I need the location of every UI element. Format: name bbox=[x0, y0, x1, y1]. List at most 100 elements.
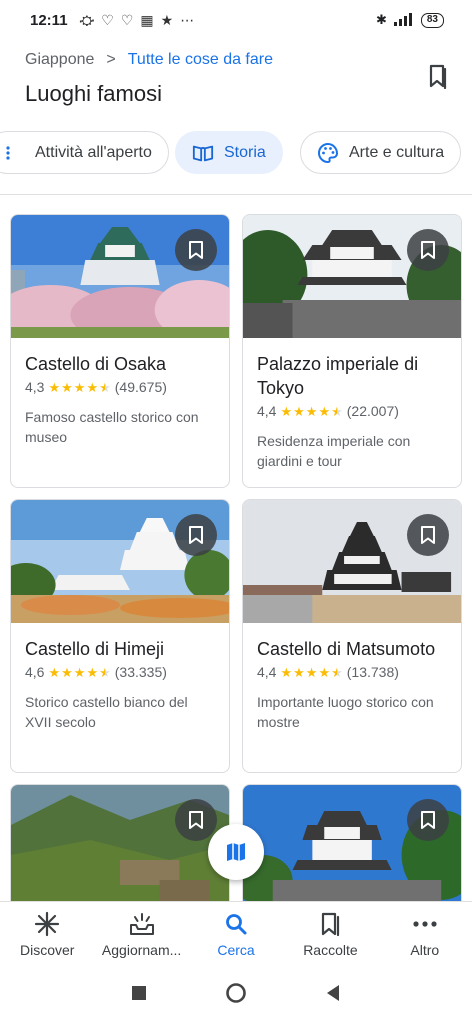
save-place-button[interactable] bbox=[175, 229, 217, 271]
star-icon: ★ bbox=[318, 664, 331, 680]
bookmark-icon bbox=[189, 526, 203, 544]
star-icon: ★ bbox=[99, 379, 111, 395]
heart-icon: ♡ bbox=[101, 11, 114, 28]
place-image bbox=[243, 500, 461, 623]
rating-value: 4,4 bbox=[257, 403, 277, 419]
rating-value: 4,6 bbox=[25, 664, 45, 680]
status-right: ✱ 83 bbox=[376, 12, 444, 29]
signal-icon bbox=[393, 12, 415, 29]
map-view-button[interactable] bbox=[208, 824, 264, 880]
breadcrumb-separator: > bbox=[106, 51, 116, 68]
nav-search-label: Cerca bbox=[217, 942, 255, 958]
place-image bbox=[11, 215, 229, 338]
star-icon: ★ bbox=[280, 664, 293, 680]
star-icon: ★ bbox=[160, 11, 174, 28]
star-rating: ★ ★ ★ ★ ★ bbox=[48, 666, 110, 679]
star-icon: ★ bbox=[280, 403, 293, 419]
place-description: Famoso castello storico con museo bbox=[25, 409, 199, 445]
nav-updates[interactable]: Aggiornam... bbox=[94, 902, 188, 967]
star-icon: ★ bbox=[293, 664, 305, 680]
place-card[interactable]: Castello di Matsumoto 4,4 ★ ★ ★ ★ ★ (13.738)… bbox=[242, 499, 462, 773]
nav-collections-label: Raccolte bbox=[303, 942, 358, 958]
back-button[interactable] bbox=[325, 984, 341, 1007]
bookmark-icon bbox=[189, 241, 203, 259]
bookmark-icon bbox=[189, 811, 203, 829]
save-place-button[interactable] bbox=[175, 799, 217, 841]
breadcrumb-current[interactable]: Tutte le cose da fare bbox=[128, 51, 273, 69]
rating-value: 4,3 bbox=[25, 379, 45, 395]
bookmark-icon bbox=[421, 241, 435, 259]
shoe-icon: ⛮ bbox=[79, 11, 95, 28]
bookmark-icon bbox=[421, 811, 435, 829]
sparkle-icon bbox=[34, 911, 60, 937]
nav-search[interactable]: Cerca bbox=[189, 902, 283, 967]
bookmark-icon bbox=[429, 64, 447, 89]
battery-indicator: 83 bbox=[420, 12, 444, 28]
star-rating: ★ ★ ★ ★ ★ bbox=[280, 405, 342, 418]
place-image bbox=[11, 500, 229, 623]
divider bbox=[0, 194, 472, 195]
place-card[interactable]: Castello di Osaka 4,3 ★ ★ ★ ★ ★ (49.675) Fam… bbox=[10, 214, 230, 488]
place-card[interactable]: Castello di Himeji 4,6 ★ ★ ★ ★ ★ (33.335) St… bbox=[10, 499, 230, 773]
place-description: Residenza imperiale con giardini e tour bbox=[257, 433, 411, 469]
card-body: Castello di Matsumoto 4,4 ★ ★ ★ ★ ★ (13.738)… bbox=[243, 623, 461, 732]
place-name: Palazzo imperiale di Tokyo bbox=[257, 354, 419, 398]
bottom-navigation: Discover Aggiornam... Cerca Raccolte Alt… bbox=[0, 901, 472, 967]
nav-more[interactable]: Altro bbox=[378, 902, 472, 967]
star-icon: ★ bbox=[331, 664, 343, 680]
star-icon: ★ bbox=[318, 403, 331, 419]
card-body: Castello di Himeji 4,6 ★ ★ ★ ★ ★ (33.335) St… bbox=[11, 623, 229, 732]
star-icon: ★ bbox=[99, 664, 111, 680]
more-notifications-icon: ⋯ bbox=[180, 11, 195, 28]
chip-art-culture[interactable]: Arte e cultura bbox=[300, 131, 462, 174]
heart-outline-icon: ♡ bbox=[120, 11, 134, 28]
star-icon: ★ bbox=[73, 379, 86, 395]
star-icon: ★ bbox=[86, 379, 99, 395]
nav-collections[interactable]: Raccolte bbox=[283, 902, 377, 967]
place-card[interactable]: Palazzo imperiale di Tokyo 4,4 ★ ★ ★ ★ ★ (22… bbox=[242, 214, 462, 488]
map-icon bbox=[227, 843, 245, 861]
star-icon: ★ bbox=[48, 664, 61, 680]
recents-button[interactable] bbox=[131, 985, 147, 1006]
nav-more-label: Altro bbox=[410, 942, 440, 958]
chip-art-culture-label: Arte e cultura bbox=[349, 143, 445, 161]
category-chips: Attività all'aperto Storia Arte e cultur… bbox=[0, 131, 472, 175]
rating-row: 4,6 ★ ★ ★ ★ ★ (33.335) bbox=[25, 664, 215, 680]
nav-updates-label: Aggiornam... bbox=[101, 942, 182, 958]
place-name: Castello di Osaka bbox=[25, 354, 167, 374]
status-left: 12:11 ⛮ ♡ ♡ ▦ ★ ⋯ bbox=[30, 12, 194, 29]
nav-discover[interactable]: Discover bbox=[0, 902, 94, 967]
palette-icon bbox=[317, 142, 339, 164]
save-place-button[interactable] bbox=[407, 514, 449, 556]
chip-outdoor[interactable]: Attività all'aperto bbox=[0, 131, 169, 174]
star-rating: ★ ★ ★ ★ ★ bbox=[280, 666, 342, 679]
system-navigation bbox=[0, 967, 472, 1024]
square-icon bbox=[132, 986, 146, 1000]
qr-icon: ▦ bbox=[140, 11, 154, 28]
star-rating: ★ ★ ★ ★ ★ bbox=[48, 381, 110, 394]
save-place-button[interactable] bbox=[407, 799, 449, 841]
save-place-button[interactable] bbox=[175, 514, 217, 556]
place-name: Castello di Matsumoto bbox=[257, 639, 436, 659]
more-icon bbox=[412, 911, 438, 937]
star-icon: ★ bbox=[61, 664, 73, 680]
place-description: Storico castello bianco del XVII secolo bbox=[25, 694, 188, 730]
place-image bbox=[11, 785, 229, 908]
save-place-button[interactable] bbox=[407, 229, 449, 271]
save-list-button[interactable] bbox=[425, 62, 451, 90]
card-body: Castello di Osaka 4,3 ★ ★ ★ ★ ★ (49.675) Fam… bbox=[11, 338, 229, 447]
notification-icons: ⛮ ♡ ♡ ▦ ★ ⋯ bbox=[80, 12, 195, 29]
star-icon: ★ bbox=[48, 379, 61, 395]
updates-icon bbox=[128, 911, 156, 937]
star-icon: ★ bbox=[73, 664, 86, 680]
review-count: (33.335) bbox=[114, 664, 167, 680]
chip-history[interactable]: Storia bbox=[175, 131, 283, 174]
rating-value: 4,4 bbox=[257, 664, 277, 680]
place-description: Importante luogo storico con mostre bbox=[257, 694, 434, 730]
history-book-icon bbox=[192, 142, 214, 164]
review-count: (13.738) bbox=[346, 664, 399, 680]
bluetooth-icon: ✱ bbox=[375, 12, 387, 27]
home-button[interactable] bbox=[225, 982, 247, 1009]
breadcrumb-parent[interactable]: Giappone bbox=[25, 51, 94, 69]
chip-history-label: Storia bbox=[224, 143, 266, 161]
